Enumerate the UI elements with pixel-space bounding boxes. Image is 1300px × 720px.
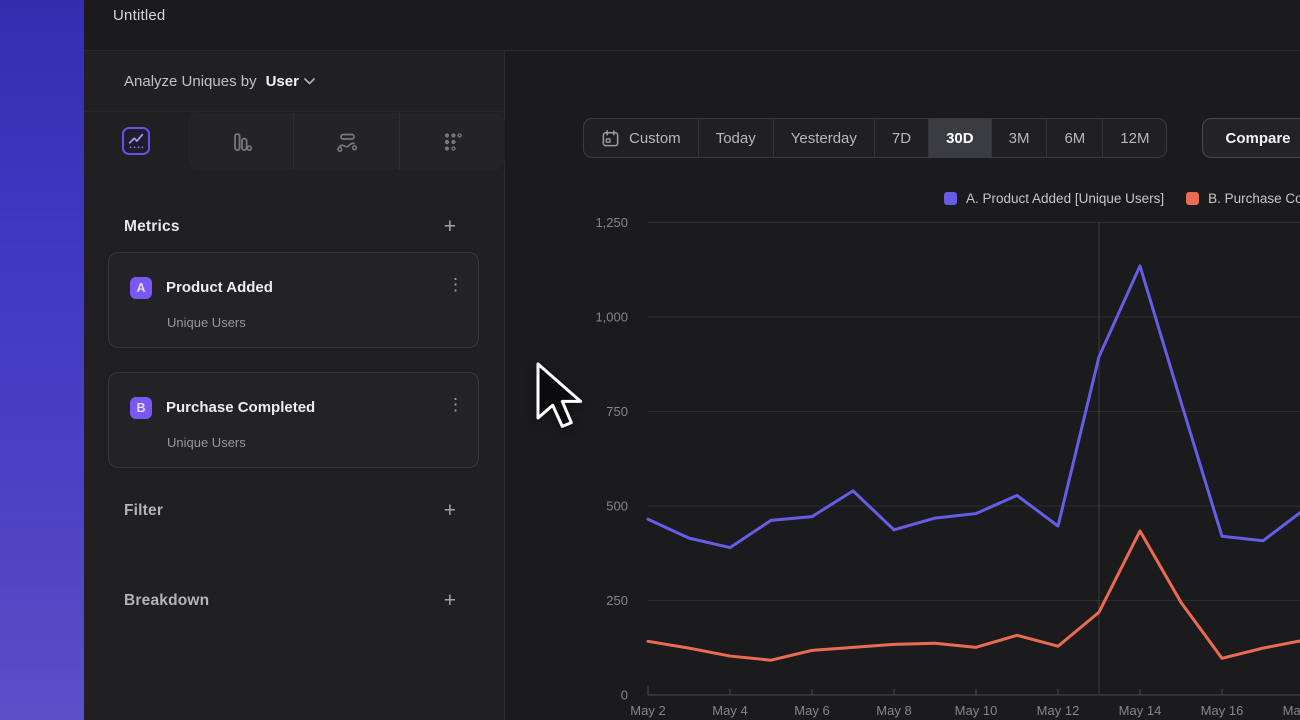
analyze-value-dropdown[interactable]: User (266, 73, 315, 90)
svg-text:May 4: May 4 (712, 703, 747, 718)
metric-card[interactable]: B Purchase Completed ⋮ Unique Users (108, 372, 479, 468)
tab-funnels[interactable] (188, 113, 293, 170)
metric-name: Product Added (166, 279, 273, 296)
chart-type-tabs (188, 113, 505, 170)
svg-text:May 18: May 18 (1283, 703, 1300, 718)
add-metric-button[interactable]: + (444, 219, 456, 235)
svg-text:1,000: 1,000 (595, 310, 628, 325)
metric-subtitle: Unique Users (167, 315, 246, 330)
bar-chart-icon (229, 130, 253, 154)
report-title[interactable]: Untitled (113, 7, 165, 24)
metric-name: Purchase Completed (166, 399, 315, 416)
tab-insights[interactable] (122, 127, 150, 155)
svg-text:May 14: May 14 (1119, 703, 1162, 718)
chevron-down-icon (304, 78, 315, 85)
app-root: Untitled Analyze Uniques by User (0, 0, 1300, 720)
analyze-row: Analyze Uniques by User (84, 51, 504, 112)
metric-subtitle: Unique Users (167, 435, 246, 450)
metric-letter-badge: A (130, 277, 152, 299)
left-gradient-strip (0, 0, 84, 720)
retention-grid-icon (441, 130, 465, 154)
analyze-label: Analyze Uniques by (124, 73, 257, 90)
breakdown-header: Breakdown + (84, 587, 504, 615)
svg-text:0: 0 (621, 688, 628, 703)
svg-text:May 12: May 12 (1037, 703, 1080, 718)
svg-text:May 6: May 6 (794, 703, 829, 718)
sidebar: Analyze Uniques by User (84, 51, 505, 720)
filter-header: Filter + (84, 497, 504, 525)
tab-retention[interactable] (399, 113, 505, 170)
metrics-title: Metrics (124, 218, 180, 236)
filter-title: Filter (124, 502, 163, 520)
main-panel: CustomTodayYesterday7D30D3M6M12M Compare… (505, 51, 1300, 720)
add-breakdown-button[interactable]: + (444, 593, 456, 609)
tab-flows[interactable] (293, 113, 399, 170)
breakdown-title: Breakdown (124, 592, 209, 610)
flows-icon (335, 130, 359, 154)
svg-text:250: 250 (606, 593, 628, 608)
kebab-menu-button[interactable]: ⋮ (447, 395, 464, 415)
svg-text:750: 750 (606, 404, 628, 419)
add-filter-button[interactable]: + (444, 503, 456, 519)
metric-letter-badge: B (130, 397, 152, 419)
metric-card[interactable]: A Product Added ⋮ Unique Users (108, 252, 479, 348)
metrics-header: Metrics + (84, 213, 504, 241)
svg-text:May 16: May 16 (1201, 703, 1244, 718)
svg-text:May 2: May 2 (630, 703, 665, 718)
line-chart: 0 250 500 750 1,000 1,250 May 2 May 4 May 6 May 8… (505, 51, 1300, 720)
svg-text:500: 500 (606, 499, 628, 514)
kebab-menu-button[interactable]: ⋮ (447, 275, 464, 295)
svg-text:May 10: May 10 (955, 703, 998, 718)
line-chart-icon (127, 132, 145, 150)
svg-text:May 8: May 8 (876, 703, 911, 718)
topbar: Untitled (84, 0, 1300, 51)
svg-text:1,250: 1,250 (595, 215, 628, 230)
